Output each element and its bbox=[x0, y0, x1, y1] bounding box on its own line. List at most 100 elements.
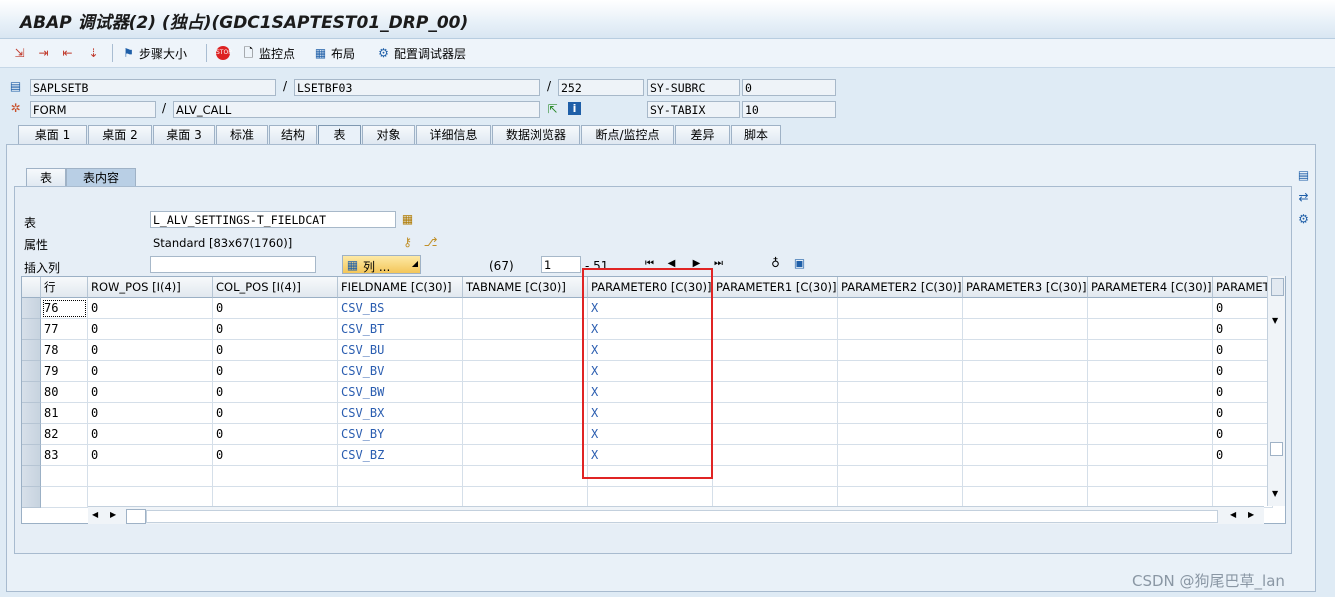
table-cell[interactable] bbox=[463, 445, 588, 466]
event-type-field[interactable]: FORM bbox=[30, 101, 156, 118]
empty-cell[interactable] bbox=[41, 466, 88, 487]
table-cell[interactable]: 77 bbox=[41, 319, 88, 340]
scroll-bottom-thumb[interactable] bbox=[1270, 442, 1283, 456]
row-selector[interactable] bbox=[22, 424, 41, 445]
lightbulb-icon[interactable]: ♁ bbox=[768, 256, 783, 270]
table-cell[interactable]: 0 bbox=[88, 361, 213, 382]
sysvar1-name-field[interactable]: SY-SUBRC bbox=[647, 79, 740, 96]
table-cell[interactable] bbox=[838, 424, 963, 445]
key-icon[interactable]: ⚷ bbox=[400, 235, 415, 249]
empty-cell[interactable] bbox=[838, 487, 963, 508]
tab-5[interactable]: 表 bbox=[318, 125, 361, 144]
table-cell[interactable] bbox=[463, 298, 588, 319]
empty-cell[interactable] bbox=[338, 466, 463, 487]
table-cell[interactable] bbox=[838, 382, 963, 403]
table-cell[interactable] bbox=[1088, 340, 1213, 361]
table-browse-icon[interactable]: ▦ bbox=[400, 212, 415, 226]
hierarchy-icon[interactable]: ⎇ bbox=[423, 235, 438, 249]
empty-cell[interactable] bbox=[1088, 466, 1213, 487]
column-header[interactable]: PARAMETER2 [C(30)] bbox=[838, 277, 963, 298]
table-cell[interactable] bbox=[713, 298, 838, 319]
h-scroll-thumb[interactable] bbox=[126, 509, 146, 524]
table-cell[interactable]: 0 bbox=[1213, 361, 1273, 382]
row-selector[interactable] bbox=[22, 340, 41, 361]
sysvar2-value-field[interactable]: 10 bbox=[742, 101, 836, 118]
save-icon[interactable]: ▣ bbox=[792, 256, 807, 270]
row-selector[interactable] bbox=[22, 361, 41, 382]
table-cell[interactable] bbox=[838, 298, 963, 319]
empty-cell[interactable] bbox=[1088, 487, 1213, 508]
table-cell[interactable] bbox=[463, 361, 588, 382]
table-cell[interactable]: 78 bbox=[41, 340, 88, 361]
table-cell[interactable]: 0 bbox=[1213, 445, 1273, 466]
table-cell[interactable]: CSV_BZ bbox=[338, 445, 463, 466]
step-size-button[interactable]: ⚑ 步骤大小 bbox=[121, 43, 187, 63]
empty-cell[interactable] bbox=[963, 466, 1088, 487]
stop-button[interactable]: STOP bbox=[216, 43, 232, 63]
table-cell[interactable]: 0 bbox=[213, 319, 338, 340]
config-layer-button[interactable]: ⚙ 配置调试器层 bbox=[376, 43, 466, 63]
table-cell[interactable] bbox=[838, 361, 963, 382]
continue-button[interactable]: ⇣ bbox=[86, 43, 101, 63]
table-cell[interactable] bbox=[963, 340, 1088, 361]
table-cell[interactable]: 0 bbox=[213, 403, 338, 424]
scroll-right-end-icon[interactable]: ▶ bbox=[1248, 510, 1254, 519]
table-cell[interactable] bbox=[963, 445, 1088, 466]
swap-tool-icon[interactable]: ⇄ bbox=[1296, 190, 1311, 204]
new-tool-icon[interactable]: ▤ bbox=[1296, 168, 1311, 182]
column-header[interactable]: FIELDNAME [C(30)] bbox=[338, 277, 463, 298]
table-cell[interactable] bbox=[713, 445, 838, 466]
line-field[interactable]: 252 bbox=[558, 79, 644, 96]
table-cell[interactable]: 79 bbox=[41, 361, 88, 382]
table-cell[interactable]: 0 bbox=[1213, 340, 1273, 361]
table-cell[interactable]: 0 bbox=[213, 382, 338, 403]
column-header[interactable]: PARAMETER3 [C(30)] bbox=[963, 277, 1088, 298]
event-name-field[interactable]: ALV_CALL bbox=[173, 101, 540, 118]
table-cell[interactable] bbox=[1088, 319, 1213, 340]
tab-7[interactable]: 详细信息 bbox=[416, 125, 491, 144]
table-cell[interactable] bbox=[963, 298, 1088, 319]
subtab-table[interactable]: 表 bbox=[26, 168, 66, 187]
table-cell[interactable]: CSV_BY bbox=[338, 424, 463, 445]
table-cell[interactable]: 0 bbox=[88, 382, 213, 403]
table-cell[interactable]: 0 bbox=[1213, 298, 1273, 319]
table-cell[interactable] bbox=[713, 361, 838, 382]
table-cell[interactable] bbox=[963, 361, 1088, 382]
table-cell[interactable] bbox=[463, 340, 588, 361]
row-selector[interactable] bbox=[22, 298, 41, 319]
column-header[interactable]: PARAMETER1 [C(30)] bbox=[713, 277, 838, 298]
table-cell[interactable] bbox=[1088, 424, 1213, 445]
table-cell[interactable] bbox=[1088, 382, 1213, 403]
column-header[interactable]: 行 bbox=[41, 277, 88, 298]
scroll-right-icon[interactable]: ▶ bbox=[110, 510, 116, 519]
tab-2[interactable]: 桌面 3 bbox=[153, 125, 215, 144]
tab-6[interactable]: 对象 bbox=[362, 125, 415, 144]
scroll-top-thumb[interactable] bbox=[1271, 278, 1284, 296]
table-cell[interactable]: 82 bbox=[41, 424, 88, 445]
column-header[interactable]: PARAMET bbox=[1213, 277, 1273, 298]
vertical-scrollbar[interactable]: ▼ ▼ bbox=[1267, 276, 1285, 506]
table-cell[interactable] bbox=[1088, 361, 1213, 382]
column-header[interactable]: PARAMETER4 [C(30)] bbox=[1088, 277, 1213, 298]
empty-cell[interactable] bbox=[1213, 487, 1273, 508]
empty-cell[interactable] bbox=[713, 466, 838, 487]
empty-cell[interactable] bbox=[88, 466, 213, 487]
table-name-input[interactable]: L_ALV_SETTINGS-T_FIELDCAT bbox=[150, 211, 396, 228]
table-cell[interactable] bbox=[713, 424, 838, 445]
table-cell[interactable]: 81 bbox=[41, 403, 88, 424]
scroll-left-end-icon[interactable]: ◀ bbox=[1230, 510, 1236, 519]
tab-4[interactable]: 结构 bbox=[269, 125, 317, 144]
sysvar2-name-field[interactable]: SY-TABIX bbox=[647, 101, 740, 118]
goto-source-icon[interactable]: ⇱ bbox=[545, 102, 560, 116]
table-cell[interactable]: CSV_BT bbox=[338, 319, 463, 340]
table-cell[interactable]: 0 bbox=[213, 445, 338, 466]
subtab-table-content[interactable]: 表内容 bbox=[66, 168, 136, 187]
table-cell[interactable] bbox=[713, 340, 838, 361]
table-cell[interactable] bbox=[1088, 445, 1213, 466]
include-field[interactable]: LSETBF03 bbox=[294, 79, 540, 96]
table-cell[interactable]: 0 bbox=[213, 298, 338, 319]
table-cell[interactable] bbox=[713, 319, 838, 340]
select-all-corner[interactable] bbox=[22, 277, 41, 298]
table-cell[interactable]: 0 bbox=[88, 403, 213, 424]
table-cell[interactable] bbox=[963, 403, 1088, 424]
